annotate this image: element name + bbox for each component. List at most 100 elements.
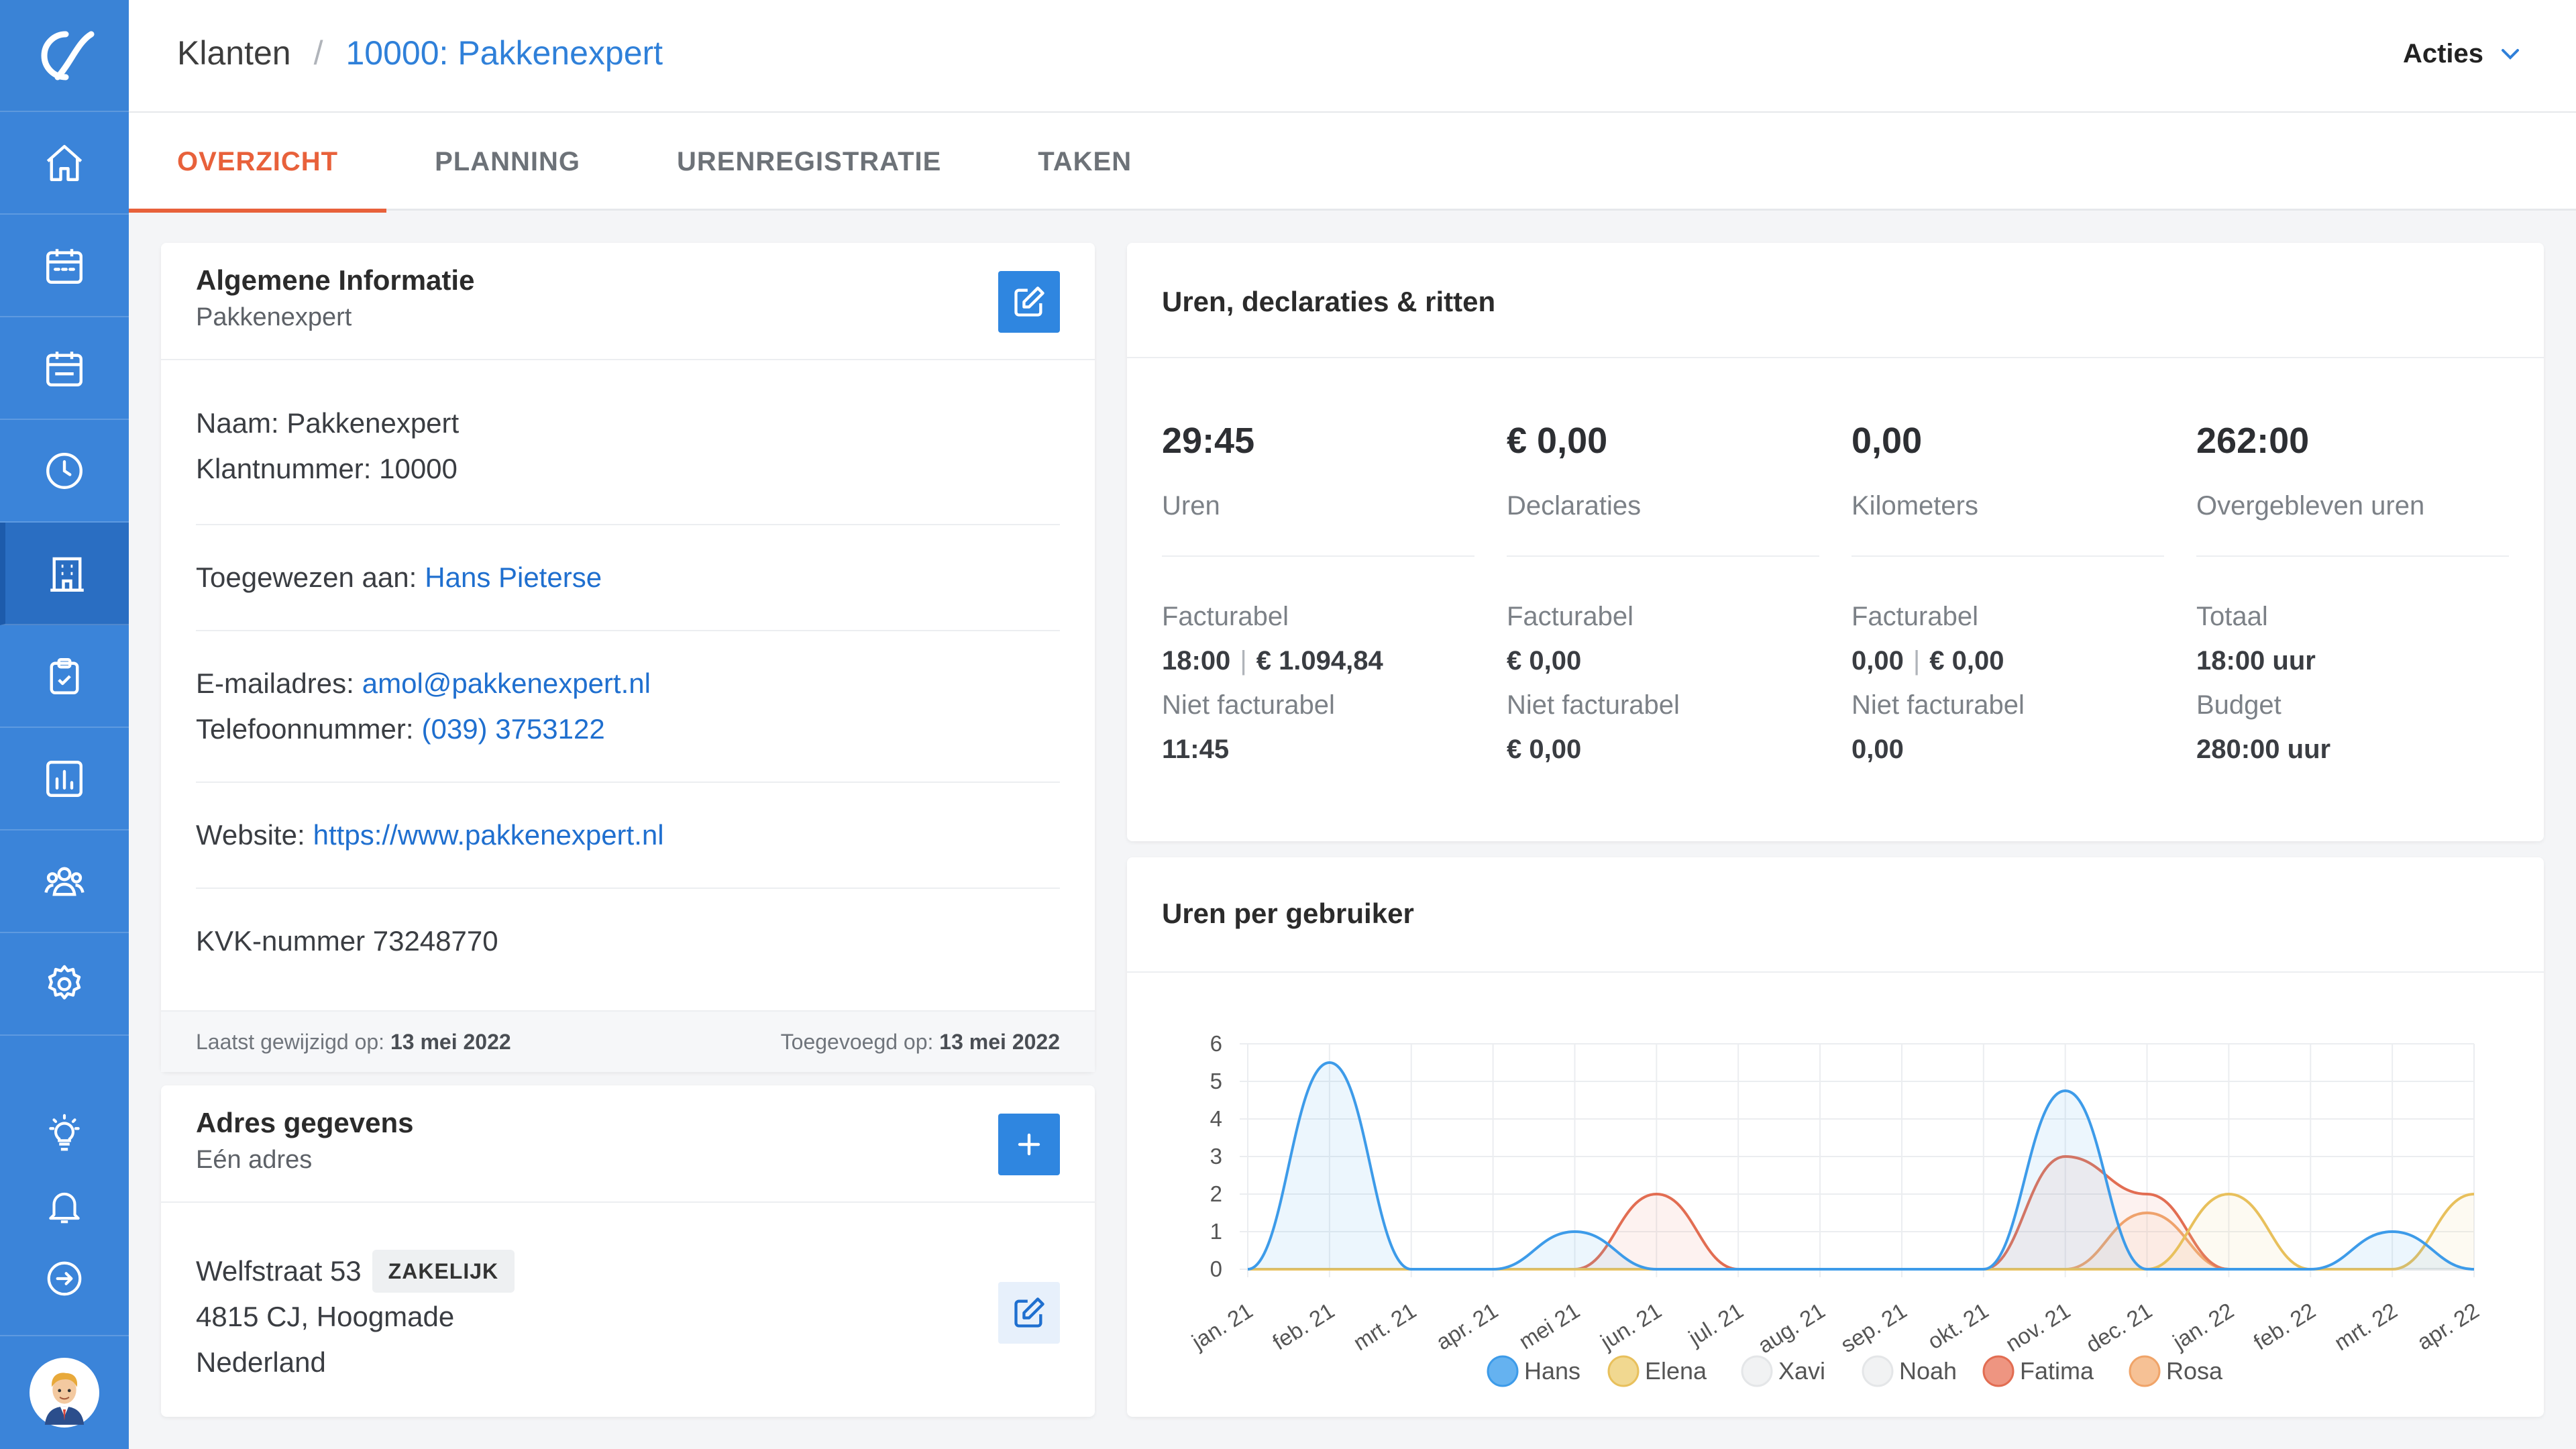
sidebar-item-tasks[interactable] <box>0 625 129 728</box>
lightbulb-icon <box>49 1114 80 1151</box>
tab-taken[interactable]: TAKEN <box>989 113 1180 211</box>
hours-per-user-chart: 0 1 2 3 4 5 6 jan. 21 feb. 21 mrt. 21 apr. 21 mei 2… <box>1187 1031 2483 1387</box>
address-subtitle: Eén adres <box>196 1146 313 1174</box>
stat-detail-value: € 0,00 <box>1507 645 1582 676</box>
stat-detail-value: € 0,00 <box>1929 645 2004 676</box>
customer-number-value: 10000 <box>379 453 458 484</box>
actions-dropdown[interactable]: Acties <box>2403 39 2520 69</box>
sidebar-item-reports[interactable] <box>0 728 129 830</box>
legend-label: Xavi <box>1778 1357 1825 1385</box>
clock-icon <box>46 452 83 489</box>
avatar <box>30 1358 99 1428</box>
stat-expenses: € 0,00 Declaraties Facturabel € 0,00 Nie… <box>1507 358 1819 771</box>
calendar-icon <box>46 248 83 284</box>
logo[interactable] <box>0 0 129 112</box>
add-address-button[interactable] <box>998 1114 1060 1175</box>
stat-detail-key: Facturabel <box>1851 601 1978 631</box>
chart-title: Uren per gebruiker <box>1162 898 1414 929</box>
info-footer: Laatst gewijzigd op: 13 mei 2022 Toegevo… <box>161 1010 1095 1072</box>
stat-value: € 0,00 <box>1507 421 1608 461</box>
x-tick-label: feb. 22 <box>2249 1298 2320 1355</box>
stat-value: 0,00 <box>1851 421 1923 461</box>
stat-detail-value: 18:00 <box>1162 645 1231 676</box>
x-tick-label: mei 21 <box>1515 1298 1585 1354</box>
x-tick-label: sep. 21 <box>1836 1298 1911 1358</box>
added-label: Toegevoegd op: <box>780 1029 934 1054</box>
email-link[interactable]: amol@pakkenexpert.nl <box>362 667 651 700</box>
building-icon <box>50 557 84 592</box>
legend-label: Fatima <box>2020 1357 2094 1385</box>
sidebar-item-calendar[interactable] <box>0 215 129 317</box>
modified-date: 13 mei 2022 <box>390 1029 511 1054</box>
stat-kilometers: 0,00 Kilometers Facturabel 0,00 | € 0,00 N… <box>1851 358 2164 771</box>
address-street: Welfstraat 53 <box>196 1255 362 1287</box>
sidebar-item-customers[interactable] <box>0 523 129 625</box>
sidebar-item-agenda[interactable] <box>0 317 129 420</box>
stat-detail-key: Facturabel <box>1507 601 1633 631</box>
home-icon <box>46 144 83 181</box>
legend-label: Elena <box>1645 1357 1707 1385</box>
website-link[interactable]: https://www.pakkenexpert.nl <box>313 819 664 851</box>
sidebar-tips[interactable] <box>0 1097 129 1170</box>
tab-overzicht[interactable]: OVERZICHT <box>128 113 387 213</box>
sidebar <box>0 0 129 1449</box>
tab-urenregistratie[interactable]: URENREGISTRATIE <box>629 113 989 211</box>
info-section-assigned: Toegewezen aan: Hans Pieterse <box>196 525 1060 631</box>
name-label: Naam: <box>196 407 279 439</box>
series-area <box>1248 1157 2474 1269</box>
stat-detail-key: Niet facturabel <box>1162 690 1335 720</box>
stat-value: 29:45 <box>1162 421 1255 461</box>
address-type-badge: ZAKELIJK <box>372 1250 515 1293</box>
address-country: Nederland <box>196 1346 326 1378</box>
edit-info-button[interactable] <box>998 271 1060 333</box>
legend-swatch <box>2129 1355 2161 1387</box>
address-item: Welfstraat 53 ZAKELIJK 4815 CJ, Hoogmade … <box>161 1203 1095 1385</box>
y-tick-label: 0 <box>1210 1256 1222 1281</box>
x-tick-label: mrt. 22 <box>2330 1298 2402 1356</box>
top-header: Klanten / 10000: Pakkenexpert Acties <box>129 0 2576 113</box>
x-tick-label: okt. 21 <box>1923 1298 1993 1354</box>
added-date: 13 mei 2022 <box>939 1029 1060 1054</box>
tab-planning[interactable]: PLANNING <box>386 113 629 211</box>
x-tick-label: jul. 21 <box>1684 1298 1748 1351</box>
x-tick-label: aug. 21 <box>1754 1298 1829 1358</box>
x-tick-label: jan. 22 <box>2168 1298 2238 1354</box>
sidebar-item-settings[interactable] <box>0 933 129 1036</box>
assigned-user-link[interactable]: Hans Pieterse <box>425 561 602 594</box>
edit-icon <box>1014 286 1044 317</box>
legend-label: Noah <box>1899 1357 1957 1385</box>
series-line <box>1248 1155 2474 1271</box>
clipboard-check-icon <box>50 657 79 694</box>
sidebar-item-time[interactable] <box>0 420 129 523</box>
stat-detail-value: € 1.094,84 <box>1256 645 1383 676</box>
x-tick-label: dec. 21 <box>2082 1298 2156 1358</box>
phone-link[interactable]: (039) 3753122 <box>422 713 605 745</box>
plus-icon <box>1018 1133 1040 1156</box>
calendar-icon <box>46 351 83 386</box>
breadcrumb-separator: / <box>313 34 323 72</box>
breadcrumb-current[interactable]: 10000: Pakkenexpert <box>346 34 663 72</box>
hours-per-user-card: Uren per gebruiker 0 1 2 3 4 5 6 jan. 21 feb. 21… <box>1127 857 2544 1417</box>
stat-label: Declaraties <box>1507 491 1642 521</box>
assigned-label: Toegewezen aan: <box>196 561 417 593</box>
sidebar-item-home[interactable] <box>0 112 129 215</box>
stat-value: 262:00 <box>2196 421 2310 461</box>
actions-label: Acties <box>2402 39 2483 68</box>
stat-detail-key: Totaal <box>2196 601 2268 631</box>
info-section-website: Website: https://www.pakkenexpert.nl <box>196 783 1060 889</box>
sidebar-logout[interactable] <box>0 1242 129 1315</box>
legend-swatch <box>1982 1355 2015 1387</box>
x-tick-label: jan. 21 <box>1187 1298 1256 1354</box>
chevron-down-icon <box>2502 48 2519 60</box>
info-section-name: Naam: Pakkenexpert Klantnummer: 10000 <box>196 360 1060 525</box>
user-avatar[interactable] <box>0 1335 129 1449</box>
breadcrumb-customers[interactable]: Klanten <box>177 34 291 72</box>
address-card: Adres gegevens Eén adres Welfstraat 53 ZA… <box>161 1085 1095 1417</box>
legend-swatch <box>1487 1355 1519 1387</box>
sidebar-item-team[interactable] <box>0 830 129 933</box>
x-tick-label: mrt. 21 <box>1349 1298 1421 1356</box>
edit-address-button[interactable] <box>998 1282 1060 1344</box>
logo-icon <box>41 31 95 80</box>
y-tick-label: 2 <box>1210 1181 1222 1206</box>
sidebar-notifications[interactable] <box>0 1170 129 1242</box>
